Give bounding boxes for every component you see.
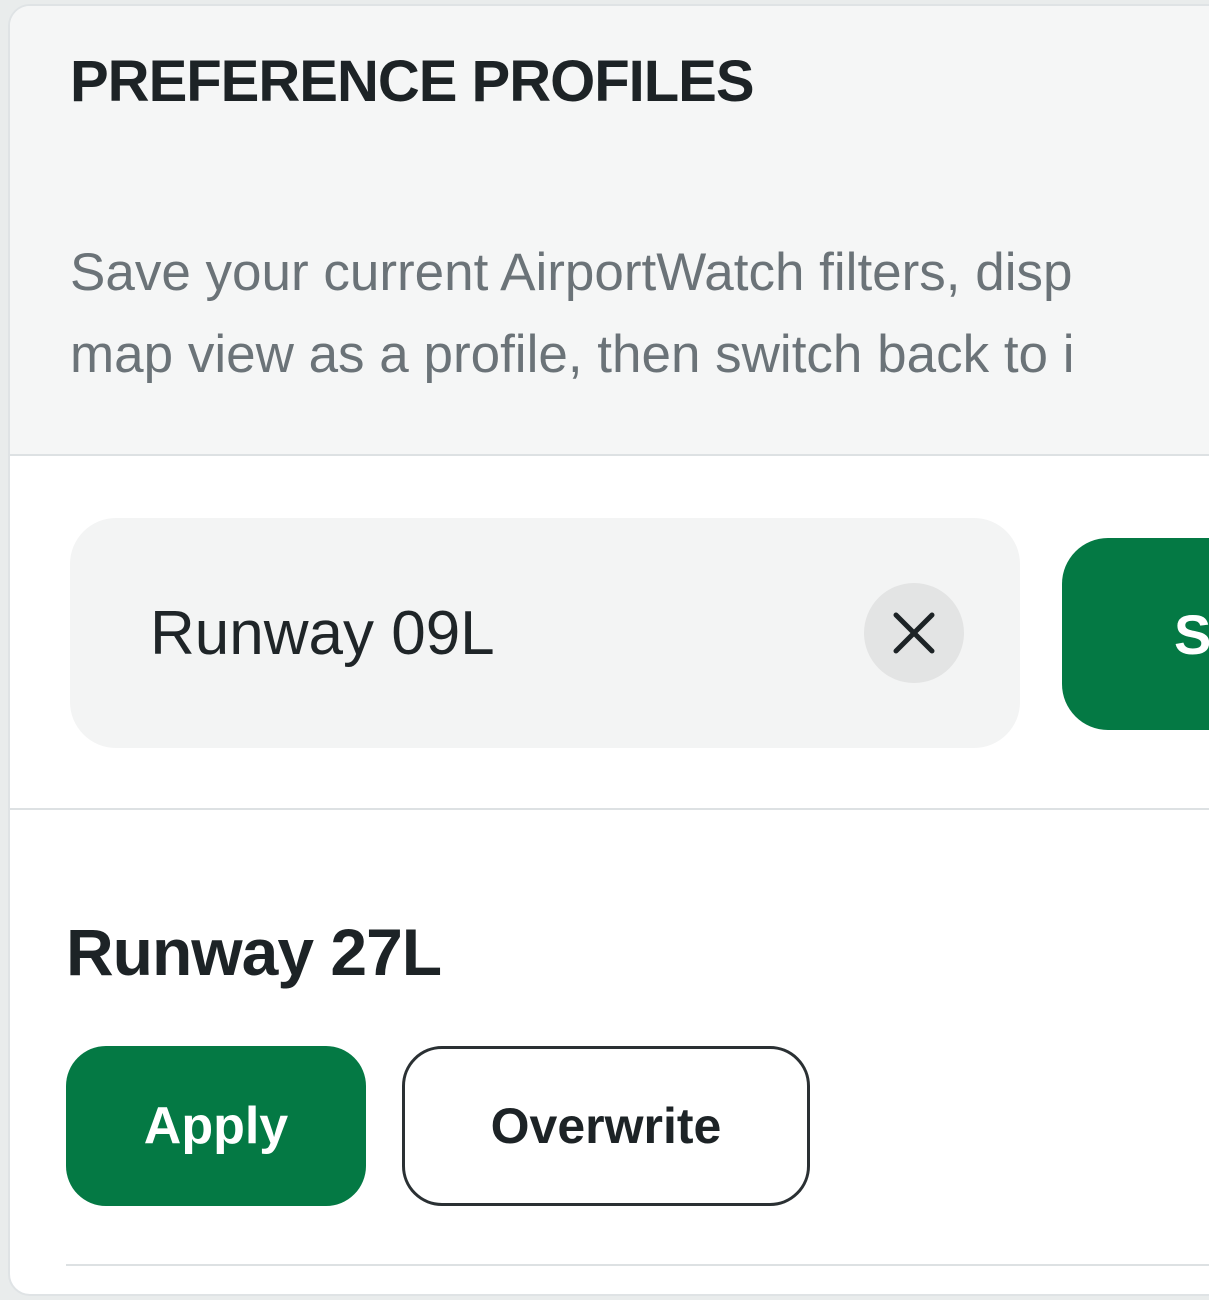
preference-profiles-panel: PREFERENCE PROFILES Save your current Ai… bbox=[8, 4, 1209, 1296]
apply-profile-button[interactable]: Apply bbox=[66, 1046, 366, 1206]
profile-item: Runway 27L Apply Overwrite bbox=[10, 810, 1209, 1270]
panel-description-line: map view as a profile, then switch back … bbox=[70, 325, 1075, 384]
profile-name: Runway 27L bbox=[66, 915, 442, 989]
panel-header: PREFERENCE PROFILES Save your current Ai… bbox=[10, 6, 1209, 456]
overwrite-profile-button[interactable]: Overwrite bbox=[402, 1046, 810, 1206]
panel-description-line: Save your current AirportWatch filters, … bbox=[70, 243, 1073, 302]
profile-name-input[interactable] bbox=[150, 588, 830, 678]
profile-name-field bbox=[70, 518, 1020, 748]
panel-description: Save your current AirportWatch filters, … bbox=[70, 232, 1209, 396]
profile-divider bbox=[66, 1264, 1209, 1266]
panel-title: PREFERENCE PROFILES bbox=[70, 49, 755, 114]
save-profile-row: S bbox=[10, 456, 1209, 810]
close-icon bbox=[893, 612, 935, 654]
clear-name-button[interactable] bbox=[864, 583, 964, 683]
save-profile-button[interactable]: S bbox=[1062, 538, 1209, 730]
